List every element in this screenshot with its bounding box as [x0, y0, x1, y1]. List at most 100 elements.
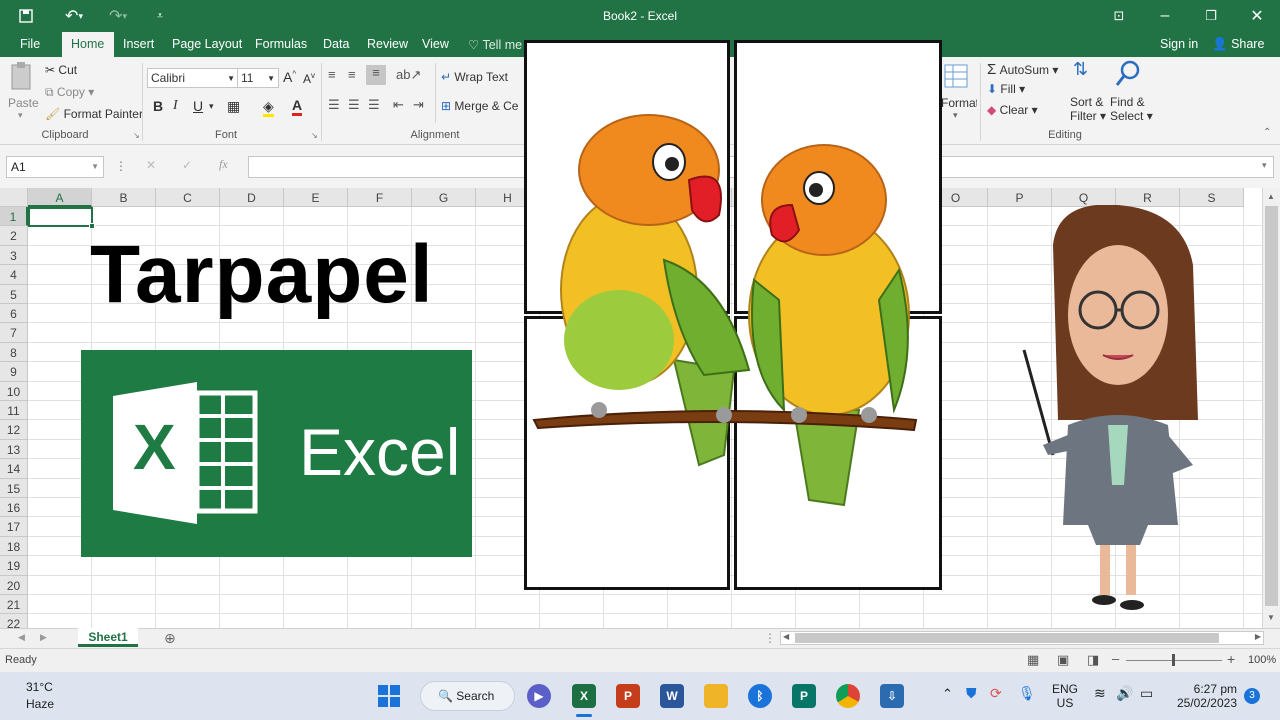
language-indicator[interactable]: ENG US [1052, 682, 1078, 710]
row-header-19[interactable]: 19 [0, 556, 28, 576]
chevron-down-icon[interactable]: ▾ [953, 110, 958, 121]
zoom-out-icon[interactable]: – [1112, 651, 1119, 666]
increase-font-icon[interactable]: A^ [283, 69, 296, 85]
scroll-right-icon[interactable]: ▶ [1255, 632, 1261, 641]
row-header-6[interactable]: 6 [0, 304, 28, 324]
font-color-icon[interactable]: A [292, 97, 303, 116]
align-middle-icon[interactable]: ≡ [348, 67, 356, 82]
wrap-text-button[interactable]: ↵ Wrap Text [441, 70, 508, 84]
row-header-22[interactable]: 22 [0, 614, 28, 628]
app-icon[interactable]: ⇩ [880, 684, 904, 708]
align-left-icon[interactable]: ☰ [328, 97, 340, 113]
splitter-icon[interactable]: ⋮ [764, 631, 776, 645]
scroll-up-icon[interactable]: ▲ [1267, 192, 1275, 201]
borders-icon[interactable]: ▦ [227, 98, 240, 115]
excel-taskbar-icon[interactable]: X [572, 684, 596, 708]
weather-desc[interactable]: Haze [26, 697, 54, 711]
row-header-13[interactable]: 13 [0, 439, 28, 460]
row-header-3[interactable]: 3 [0, 245, 28, 266]
page-break-view-icon[interactable]: ◨ [1087, 652, 1099, 668]
increase-indent-icon[interactable]: ⇥ [413, 97, 424, 113]
normal-view-icon[interactable]: ▦ [1027, 652, 1039, 668]
volume-icon[interactable]: 🔊 [1116, 685, 1133, 702]
column-header-f[interactable]: F [348, 188, 412, 207]
row-header-12[interactable]: 12 [0, 420, 28, 440]
format-button[interactable]: Format [941, 96, 977, 110]
align-top-icon[interactable]: ≡ [328, 67, 336, 82]
tab-data[interactable]: Data [323, 37, 349, 51]
clipboard-launcher-icon[interactable]: ↘ [133, 131, 140, 140]
underline-button[interactable]: U [193, 98, 203, 114]
tab-formulas[interactable]: Formulas [255, 37, 307, 51]
horizontal-scroll-thumb[interactable] [795, 633, 1219, 643]
sheet-tab-sheet1[interactable]: Sheet1 [78, 628, 138, 647]
collapse-ribbon-icon[interactable]: ⌃ [1263, 127, 1271, 138]
row-header-10[interactable]: 10 [0, 381, 28, 401]
row-header-14[interactable]: 14 [0, 459, 28, 479]
select-all-button[interactable] [0, 188, 28, 207]
tab-view[interactable]: View [422, 37, 449, 51]
orientation-icon[interactable]: ab↗ [396, 67, 421, 83]
font-launcher-icon[interactable]: ↘ [311, 131, 318, 140]
find-select-button[interactable]: Find & Select ▾ [1110, 95, 1153, 123]
prev-sheet-icon[interactable]: ◀ [18, 632, 25, 643]
paste-button[interactable]: Paste [8, 96, 39, 110]
selected-cell[interactable] [28, 207, 93, 227]
decrease-font-icon[interactable]: Av [303, 71, 315, 86]
align-bottom-icon[interactable]: ≡ [366, 65, 386, 85]
show-hidden-icons[interactable]: ⌃ [942, 686, 953, 702]
column-header-b[interactable]: B [92, 188, 156, 207]
chevron-down-icon[interactable]: ▾ [209, 101, 214, 112]
row-header-17[interactable]: 17 [0, 517, 28, 537]
vertical-scrollbar[interactable]: ▲ ▼ [1262, 188, 1280, 628]
teams-icon[interactable]: ▶ [527, 684, 551, 708]
merge-center-button[interactable]: ⊞ Merge & Ce [441, 99, 518, 113]
tab-home[interactable]: Home [71, 37, 104, 51]
column-header-c[interactable]: C [156, 188, 220, 207]
chrome-icon[interactable] [836, 684, 860, 708]
next-sheet-icon[interactable]: ▶ [40, 632, 47, 643]
paste-dropdown-icon[interactable]: ▾ [18, 110, 23, 121]
italic-button[interactable]: I [173, 98, 178, 114]
row-header-7[interactable]: 7 [0, 323, 28, 343]
row-header-4[interactable]: 4 [0, 265, 28, 285]
row-header-8[interactable]: 8 [0, 342, 28, 363]
font-size-select[interactable]: 11 ▼ [237, 68, 279, 88]
fill-button[interactable]: ⬇ Fill ▾ [987, 82, 1025, 96]
page-layout-view-icon[interactable]: ▣ [1057, 652, 1069, 668]
sort-filter-button[interactable]: Sort & Filter ▾ [1070, 95, 1106, 123]
publisher-icon[interactable]: P [792, 684, 816, 708]
insert-function-button[interactable]: fx [219, 157, 228, 172]
scroll-down-icon[interactable]: ▼ [1267, 613, 1275, 622]
decrease-indent-icon[interactable]: ⇤ [393, 97, 404, 113]
weather-temp[interactable]: 31°C [26, 680, 53, 694]
zoom-slider-thumb[interactable] [1172, 654, 1175, 666]
align-center-icon[interactable]: ☰ [348, 97, 360, 113]
ribbon-display-icon[interactable]: ⊡ [1106, 4, 1132, 28]
tell-me-box[interactable]: ♡ Tell me [468, 37, 522, 52]
clear-button[interactable]: ◆ Clear ▾ [987, 103, 1038, 117]
notification-badge[interactable]: 3 [1244, 688, 1260, 704]
battery-icon[interactable]: ▭ [1140, 685, 1153, 702]
cut-button[interactable]: ✂ Cut [45, 63, 77, 77]
format-painter-button[interactable]: 🖌 Format Painter [45, 107, 143, 121]
tab-file[interactable]: File [20, 37, 40, 51]
powerpoint-icon[interactable]: P [616, 684, 640, 708]
row-header-1[interactable]: 1 [0, 207, 28, 227]
scroll-left-icon[interactable]: ◀ [783, 632, 789, 641]
expand-formula-icon[interactable]: ▾ [1262, 160, 1267, 171]
row-header-9[interactable]: 9 [0, 362, 28, 382]
row-header-21[interactable]: 21 [0, 595, 28, 615]
clock[interactable]: 6:27 pm 25/02/2023 [1175, 682, 1237, 710]
tab-insert[interactable]: Insert [123, 37, 154, 51]
taskbar-search[interactable]: 🔍 Search [420, 681, 515, 711]
column-header-a[interactable]: A [28, 188, 92, 207]
row-header-16[interactable]: 16 [0, 498, 28, 518]
fill-color-icon[interactable]: ◈ [263, 98, 274, 117]
windows-start-icon[interactable] [377, 684, 401, 708]
column-header-d[interactable]: D [220, 188, 284, 207]
sync-icon[interactable]: ⟳ [990, 685, 1002, 702]
horizontal-scrollbar[interactable]: ◀ ▶ [780, 631, 1264, 645]
bluetooth-icon[interactable]: ᛒ [748, 684, 772, 708]
autosum-button[interactable]: Σ AutoSum ▾ [987, 61, 1058, 78]
